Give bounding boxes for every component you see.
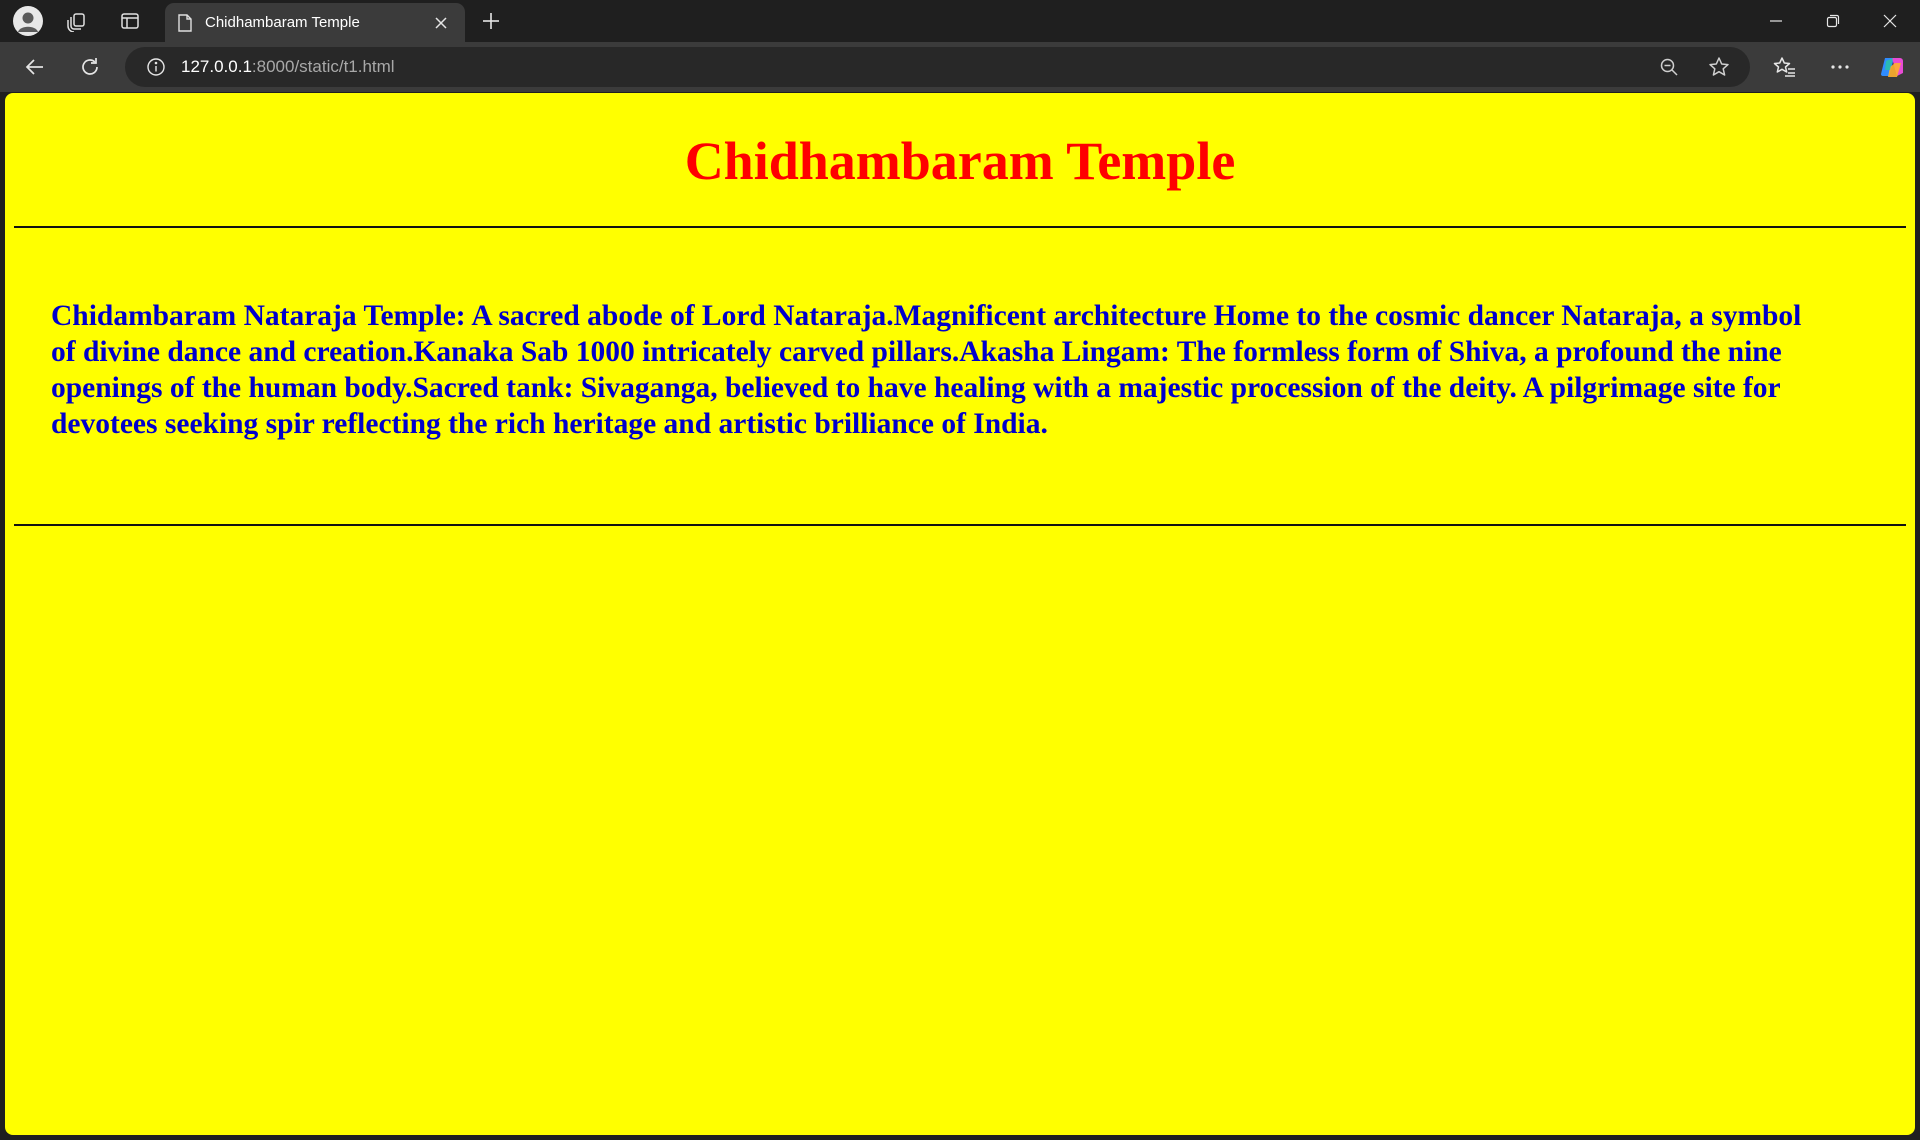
minimize-icon[interactable]: [1748, 0, 1804, 42]
back-icon[interactable]: [15, 49, 55, 85]
favorites-icon[interactable]: [1765, 49, 1805, 85]
tab-strip: Chidhambaram Temple: [0, 0, 1920, 42]
copilot-icon[interactable]: [1873, 49, 1913, 85]
page-viewport: Chidhambaram Temple Chidambaram Nataraja…: [5, 93, 1915, 1135]
url-host: 127.0.0.1: [181, 57, 252, 76]
refresh-icon[interactable]: [70, 49, 110, 85]
active-tab[interactable]: Chidhambaram Temple: [165, 3, 465, 42]
url-path: :8000/static/t1.html: [251, 57, 395, 76]
page-heading: Chidhambaram Temple: [684, 131, 1236, 191]
restore-icon[interactable]: [1805, 0, 1861, 42]
workspaces-icon[interactable]: [57, 4, 97, 38]
toolbar: 127.0.0.1:8000/static/t1.html: [0, 42, 1920, 92]
plus-icon[interactable]: [472, 4, 510, 38]
zoom-out-icon[interactable]: [1655, 54, 1683, 80]
more-icon[interactable]: [1820, 49, 1860, 85]
window-close-icon[interactable]: [1862, 0, 1918, 42]
page-icon: [177, 13, 193, 32]
close-icon[interactable]: [429, 11, 453, 35]
temple-description: Chidambaram Nataraja Temple: A sacred ab…: [51, 300, 1802, 440]
star-icon[interactable]: [1705, 54, 1733, 80]
bottom-horizontal-rule: [14, 524, 1906, 526]
profile-icon[interactable]: [13, 6, 43, 36]
address-bar[interactable]: 127.0.0.1:8000/static/t1.html: [125, 47, 1750, 87]
tab-actions-icon[interactable]: [110, 4, 150, 38]
top-horizontal-rule: [14, 226, 1906, 228]
url-text[interactable]: 127.0.0.1:8000/static/t1.html: [181, 57, 395, 77]
info-icon[interactable]: [145, 56, 167, 78]
tab-title: Chidhambaram Temple: [205, 14, 360, 31]
